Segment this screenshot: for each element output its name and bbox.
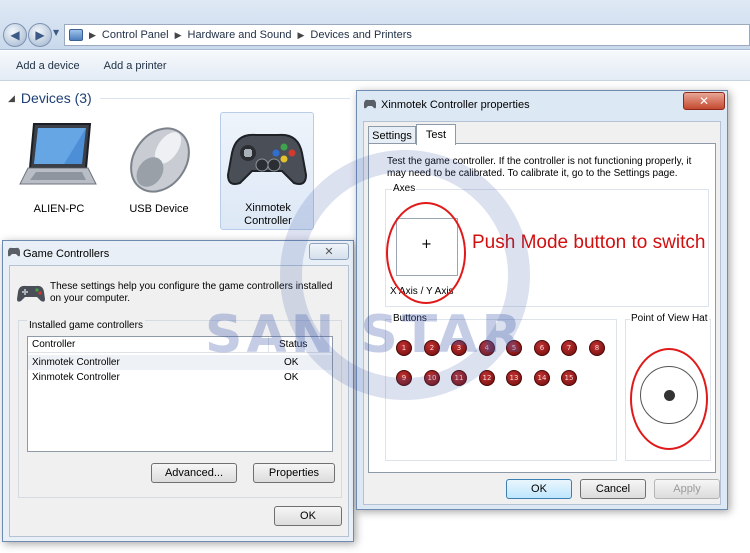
controller-name: Xinmotek Controller: [32, 357, 120, 368]
button-indicator: 6: [534, 340, 550, 356]
gamepad-icon: [363, 98, 377, 113]
dialog-title: Game Controllers: [23, 248, 110, 260]
recent-pages-chevron-icon[interactable]: ▼: [53, 28, 59, 37]
breadcrumb-separator-icon: ▶: [297, 29, 305, 40]
group-label: Point of View Hat: [630, 313, 709, 324]
dialog-title: Xinmotek Controller properties: [381, 99, 530, 111]
button-indicator: 8: [589, 340, 605, 356]
button-indicator: 14: [534, 370, 550, 386]
cancel-button[interactable]: Cancel: [580, 479, 646, 499]
button-indicator: 7: [561, 340, 577, 356]
gamepad-icon: [7, 246, 21, 261]
back-button[interactable]: ◀: [3, 23, 27, 47]
device-label: Xinmotek Controller: [244, 202, 292, 227]
button-indicator: 15: [561, 370, 577, 386]
collapse-triangle-icon[interactable]: ◢: [8, 93, 15, 104]
pov-hat-group: Point of View Hat: [625, 313, 711, 461]
device-alien-pc[interactable]: ALIEN-PC: [14, 120, 104, 220]
device-label: USB Device: [129, 203, 189, 215]
devices-section-header[interactable]: ◢ Devices (3): [8, 90, 92, 106]
laptop-icon: [19, 123, 97, 185]
breadcrumb-separator-icon: ▶: [89, 29, 96, 40]
add-printer-button[interactable]: Add a printer: [104, 60, 167, 72]
section-divider: [100, 98, 350, 99]
command-bar: Add a device Add a printer: [0, 51, 750, 81]
mouse-icon: [130, 127, 190, 193]
group-label: Installed game controllers: [27, 320, 145, 331]
ok-button[interactable]: OK: [274, 506, 342, 526]
breadcrumb[interactable]: ▶ Control Panel ▶ Hardware and Sound ▶ D…: [64, 24, 750, 46]
controller-name: Xinmotek Controller: [32, 372, 120, 383]
device-usb[interactable]: USB Device: [114, 120, 204, 220]
gamepad-icon: [16, 282, 46, 307]
advanced-button[interactable]: Advanced...: [151, 463, 237, 483]
table-row[interactable]: Xinmotek Controller OK: [28, 370, 332, 385]
highlight-circle: [630, 348, 708, 450]
gamepad-icon: [226, 133, 308, 185]
device-label: ALIEN-PC: [33, 203, 85, 215]
breadcrumb-item[interactable]: Devices and Printers: [310, 29, 412, 41]
control-panel-icon: [69, 29, 83, 41]
properties-button[interactable]: Properties: [253, 463, 335, 483]
tab-test[interactable]: Test: [416, 124, 456, 145]
forward-button[interactable]: ▶: [28, 23, 52, 47]
add-device-button[interactable]: Add a device: [16, 60, 80, 72]
devices-section-title: Devices (3): [20, 90, 92, 106]
breadcrumb-item[interactable]: Hardware and Sound: [188, 29, 292, 41]
controller-status: OK: [284, 372, 299, 383]
watermark-text: SAN STAR: [205, 305, 526, 365]
breadcrumb-item[interactable]: Control Panel: [102, 29, 169, 41]
close-button[interactable]: ✕: [683, 92, 725, 110]
ok-button[interactable]: OK: [506, 479, 572, 499]
apply-button: Apply: [654, 479, 720, 499]
button-indicator: 13: [506, 370, 522, 386]
breadcrumb-separator-icon: ▶: [174, 29, 182, 40]
